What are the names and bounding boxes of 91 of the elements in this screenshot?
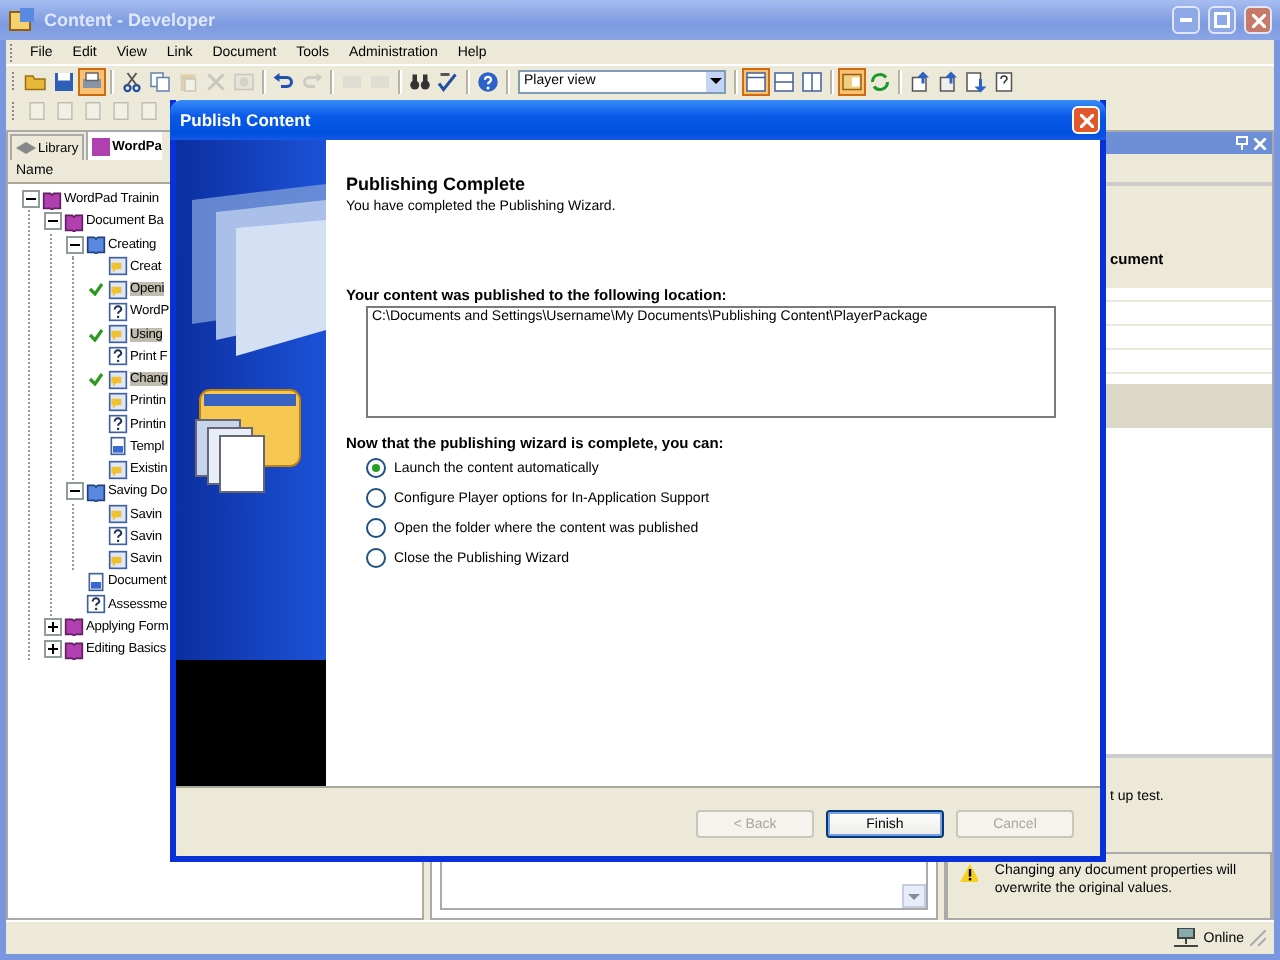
document-icon [137, 100, 159, 122]
close-icon[interactable] [1254, 137, 1266, 149]
question-icon [108, 526, 128, 547]
pin-icon[interactable] [1236, 136, 1248, 150]
panel-icon [840, 69, 864, 93]
undo-icon [272, 69, 296, 93]
radio-button[interactable] [366, 518, 386, 538]
warning-icon [960, 864, 979, 882]
window-title: Content - Developer [44, 10, 216, 30]
expand-toggle[interactable] [65, 482, 83, 501]
question-icon [108, 346, 128, 367]
book-icon [86, 234, 106, 255]
book-icon [64, 211, 84, 232]
help-icon [476, 69, 500, 93]
dropdown-arrow-icon [709, 78, 721, 84]
download-icon [964, 69, 988, 93]
toolbar-button[interactable] [906, 67, 934, 95]
network-icon [1173, 928, 1198, 948]
question-icon [86, 594, 106, 615]
topic-icon [108, 459, 128, 480]
plus-icon [47, 621, 57, 632]
toolbar-button[interactable] [990, 67, 1018, 95]
close-icon [1251, 13, 1265, 27]
paste-icon [176, 69, 200, 93]
expand-toggle[interactable] [43, 640, 61, 659]
toolbar-button[interactable] [742, 67, 770, 95]
copy-icon [148, 69, 172, 93]
resize-grip-icon[interactable] [1250, 930, 1266, 946]
refresh-icon [868, 69, 892, 93]
topic-icon [108, 369, 128, 390]
question-icon [108, 301, 128, 322]
document-icon [53, 100, 75, 122]
minimize-icon [1180, 18, 1192, 22]
book-icon [92, 137, 111, 155]
upload-icon [936, 69, 960, 93]
split-vertical-icon [800, 69, 824, 93]
topic-icon [108, 549, 128, 570]
upload-icon [908, 69, 932, 93]
toolbar-button[interactable] [78, 67, 106, 95]
document-icon [86, 571, 106, 592]
single-pane-icon [744, 69, 768, 93]
radio-button[interactable] [366, 458, 386, 478]
expand-toggle[interactable] [43, 617, 61, 636]
plus-icon [47, 644, 57, 655]
expand-toggle[interactable] [21, 190, 39, 209]
topic-icon [108, 279, 128, 300]
toolbar-button[interactable] [934, 67, 962, 95]
scissors-icon [120, 69, 144, 93]
expand-toggle[interactable] [43, 212, 61, 231]
app-icon [8, 6, 36, 34]
toolbar-button[interactable] [838, 67, 866, 95]
question-icon [108, 414, 128, 435]
radio-button[interactable] [366, 488, 386, 508]
split-horizontal-icon [772, 69, 796, 93]
binoculars-icon [408, 69, 432, 93]
scroll-down-button[interactable] [902, 884, 926, 908]
topic-icon [108, 256, 128, 277]
folder-icon [24, 69, 48, 93]
minus-icon [25, 198, 35, 201]
print-icon [80, 69, 104, 93]
minus-icon [69, 490, 79, 493]
close-icon [1079, 113, 1093, 127]
document-icon [109, 100, 131, 122]
book-icon [86, 481, 106, 502]
toolbar-button[interactable] [50, 67, 78, 95]
caret-icon [908, 893, 920, 899]
maximize-icon [1214, 12, 1230, 28]
document-icon [108, 436, 128, 457]
toolbar-button[interactable] [474, 67, 502, 95]
topic-icon [108, 504, 128, 525]
book-icon [42, 189, 62, 210]
minus-icon [47, 220, 57, 223]
minus-icon [69, 243, 79, 246]
document-icon [25, 100, 47, 122]
delete-icon [204, 69, 228, 93]
dialog-title: Publish Content [180, 110, 311, 130]
book-icon [64, 639, 84, 660]
topic-icon [108, 324, 128, 345]
toolbar-button[interactable] [118, 67, 146, 95]
close-button[interactable] [1244, 6, 1272, 34]
toolbar-button[interactable] [962, 67, 990, 95]
expand-toggle[interactable] [65, 235, 83, 254]
spellcheck-icon [436, 69, 460, 93]
topic-icon [108, 391, 128, 412]
document-question-icon [992, 69, 1016, 93]
properties-icon [232, 69, 256, 93]
redo-icon [300, 69, 324, 93]
document-icon [81, 100, 103, 122]
radio-button[interactable] [366, 548, 386, 568]
book-icon [64, 616, 84, 637]
toolbar-button[interactable] [434, 67, 462, 95]
